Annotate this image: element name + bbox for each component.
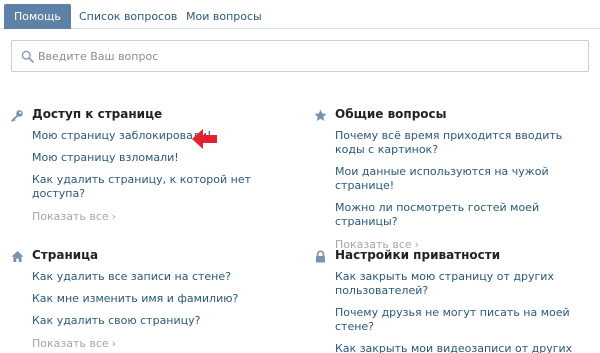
tab-questions-list[interactable]: Список вопросов bbox=[69, 4, 187, 29]
section-general-header: Общие вопросы bbox=[314, 107, 594, 125]
star-icon bbox=[314, 109, 327, 121]
chevron-right-icon: › bbox=[111, 337, 117, 350]
question-link[interactable]: Как удалить все записи на стене? bbox=[32, 270, 291, 284]
question-link[interactable]: Можно ли посмотреть гостей моей страницы… bbox=[335, 201, 594, 229]
section-page-list: Как удалить все записи на стене? Как мне… bbox=[32, 270, 291, 328]
question-link[interactable]: Как удалить свою страницу? bbox=[32, 314, 291, 328]
section-privacy-list: Как закрыть мою страницу от других польз… bbox=[335, 270, 594, 353]
question-link[interactable]: Почему всё время приходится вводить коды… bbox=[335, 129, 594, 157]
section-access: Доступ к странице Мою страницу заблокиро… bbox=[11, 107, 291, 224]
section-page-title: Страница bbox=[32, 248, 99, 262]
section-privacy-title: Настройки приватности bbox=[335, 248, 501, 262]
lock-icon bbox=[316, 250, 325, 263]
show-all-link[interactable]: Показать все › bbox=[32, 210, 291, 224]
search-input[interactable] bbox=[38, 41, 578, 71]
section-general: Общие вопросы Почему всё время приходитс… bbox=[314, 107, 594, 252]
show-all-label: Показать все bbox=[32, 210, 109, 223]
key-icon bbox=[11, 110, 23, 122]
section-general-list: Почему всё время приходится вводить коды… bbox=[335, 129, 594, 229]
question-link[interactable]: Как мне изменить имя и фамилию? bbox=[32, 292, 291, 306]
question-link[interactable]: Мои данные используются на чужой страниц… bbox=[335, 165, 594, 193]
question-link[interactable]: Мою страницу взломали! bbox=[32, 151, 291, 165]
section-access-title: Доступ к странице bbox=[32, 107, 163, 121]
section-privacy: Настройки приватности Как закрыть мою ст… bbox=[314, 248, 594, 353]
section-page-header: Страница bbox=[11, 248, 291, 266]
section-access-list: Мою страницу заблокировали! Мою страницу… bbox=[32, 129, 291, 201]
question-link[interactable]: Почему друзья не могут писать на моей ст… bbox=[335, 306, 594, 334]
section-access-header: Доступ к странице bbox=[11, 107, 291, 125]
tab-bar: Помощь Список вопросов Мои вопросы bbox=[0, 0, 600, 29]
question-link[interactable]: Как закрыть мою страницу от других польз… bbox=[335, 270, 594, 298]
chevron-right-icon: › bbox=[111, 210, 117, 223]
home-icon bbox=[11, 251, 24, 262]
question-link[interactable]: Как закрыть мои видеозаписи от других по… bbox=[335, 342, 594, 353]
question-link[interactable]: Мою страницу заблокировали! bbox=[32, 129, 291, 143]
section-page: Страница Как удалить все записи на стене… bbox=[11, 248, 291, 351]
tab-my-questions[interactable]: Мои вопросы bbox=[176, 4, 272, 29]
show-all-link[interactable]: Показать все › bbox=[32, 337, 291, 351]
section-general-title: Общие вопросы bbox=[335, 107, 447, 121]
red-arrow-annotation bbox=[192, 129, 217, 149]
search-box[interactable] bbox=[11, 40, 589, 72]
tab-help[interactable]: Помощь bbox=[4, 4, 71, 29]
show-all-label: Показать все bbox=[32, 337, 109, 350]
section-privacy-header: Настройки приватности bbox=[314, 248, 594, 266]
search-icon bbox=[21, 50, 34, 63]
question-link[interactable]: Как удалить страницу, к которой нет дост… bbox=[32, 173, 291, 201]
